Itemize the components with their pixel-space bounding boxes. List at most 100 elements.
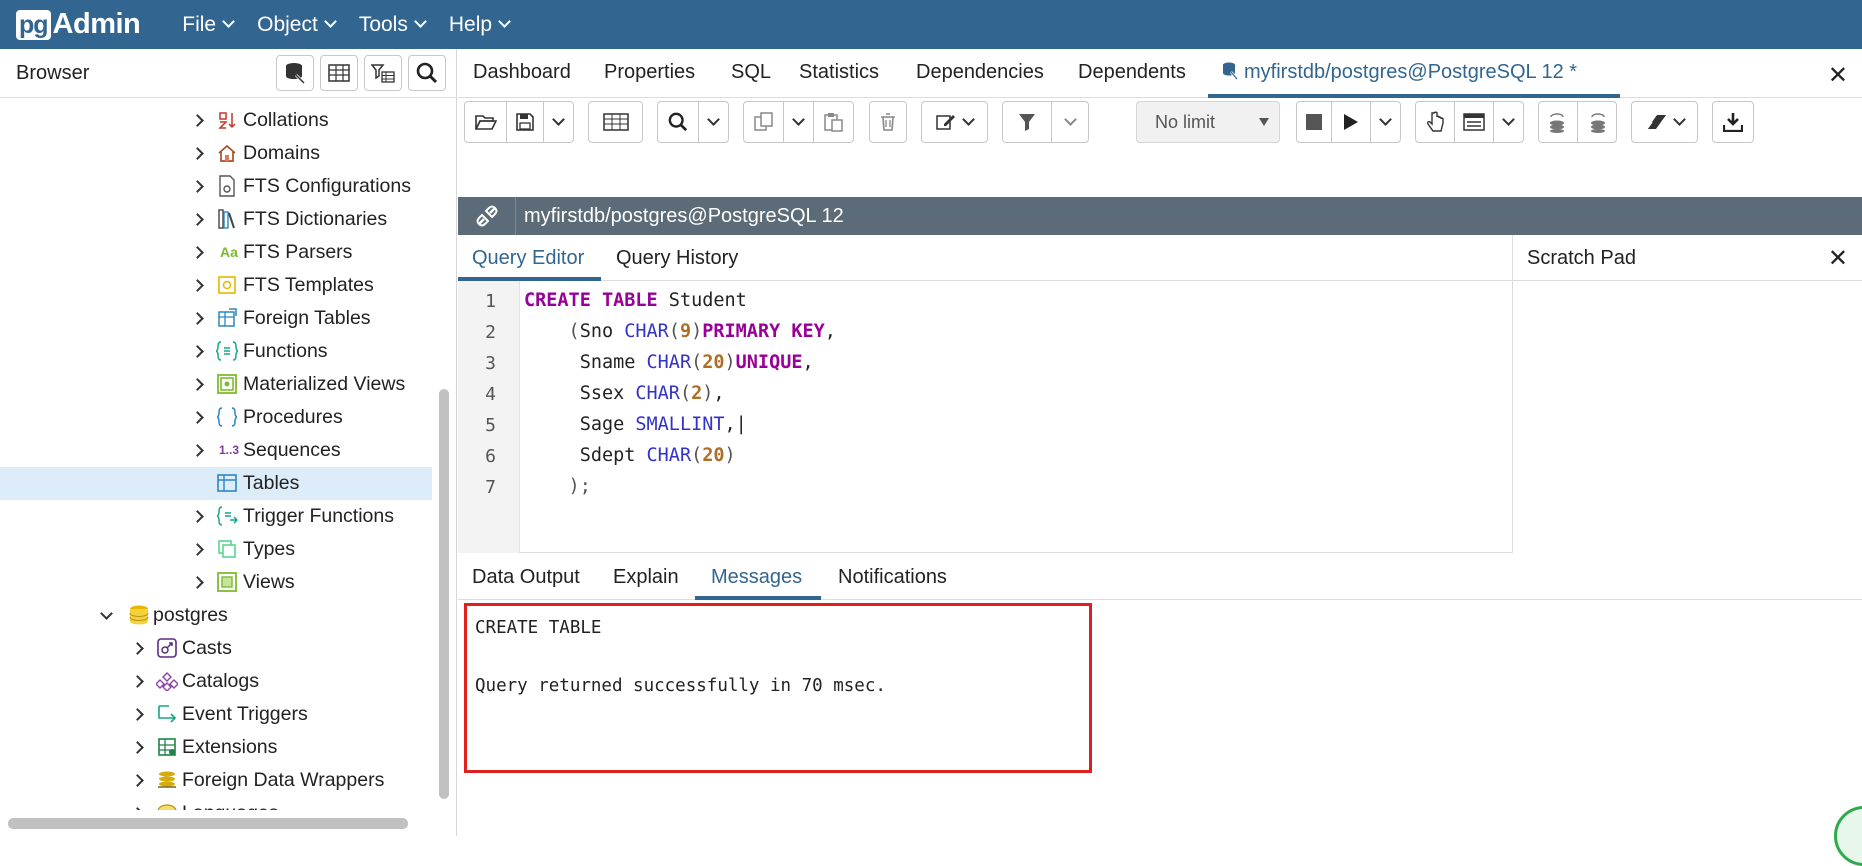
tab-dependents[interactable]: Dependents (1078, 61, 1186, 84)
chevron-right-icon[interactable] (131, 741, 144, 754)
tree-item-foreign-tables[interactable]: Foreign Tables (0, 302, 432, 335)
chevron-right-icon[interactable] (191, 246, 204, 259)
save-file-button[interactable] (506, 101, 544, 143)
chevron-right-icon[interactable] (191, 411, 204, 424)
menu-tools[interactable]: Tools (347, 0, 437, 49)
chevron-right-icon[interactable] (191, 114, 204, 127)
copy-button[interactable] (743, 101, 784, 143)
explain-analyze-button[interactable] (1454, 101, 1494, 143)
tab-sql[interactable]: SQL (731, 61, 771, 84)
tree-item-types[interactable]: Types (0, 533, 432, 566)
tree-item-fts-templates[interactable]: FTS Templates (0, 269, 432, 302)
chevron-right-icon[interactable] (191, 378, 204, 391)
tree-item-languages[interactable]: Languages (0, 797, 432, 810)
tree-item-materialized-views[interactable]: Materialized Views (0, 368, 432, 401)
tab-statistics[interactable]: Statistics (799, 61, 879, 84)
download-csv-button[interactable] (1712, 101, 1754, 143)
tab-properties[interactable]: Properties (604, 61, 695, 84)
folder-open-icon (474, 115, 497, 130)
cancel-query-button[interactable] (1296, 101, 1332, 143)
tree-item-foreign-data-wrappers[interactable]: Foreign Data Wrappers (0, 764, 432, 797)
chevron-right-icon[interactable] (131, 774, 144, 787)
execute-button[interactable] (1331, 101, 1371, 143)
tree-item-postgres[interactable]: postgres (0, 599, 432, 632)
filter-dropdown-button[interactable] (1051, 101, 1089, 143)
tab-data-output[interactable]: Data Output (472, 566, 580, 589)
tree-item-trigger-functions[interactable]: Trigger Functions (0, 500, 432, 533)
chevron-right-icon[interactable] (191, 576, 204, 589)
save-dropdown-button[interactable] (543, 101, 574, 143)
pgadmin-logo[interactable]: pg Admin (16, 0, 141, 49)
chevron-right-icon[interactable] (191, 510, 204, 523)
paste-button[interactable] (813, 101, 854, 143)
chevron-right-icon[interactable] (131, 642, 144, 655)
tree-item-fts-parsers[interactable]: Aa FTS Parsers (0, 236, 432, 269)
tab-messages[interactable]: Messages (711, 566, 802, 589)
tab-dependencies[interactable]: Dependencies (916, 61, 1044, 84)
row-limit-select[interactable]: No limit (1136, 101, 1280, 143)
sql-editor[interactable]: 1234567 CREATE TABLE Student (Sno CHAR(9… (458, 281, 1512, 553)
rollback-button[interactable] (1577, 101, 1617, 143)
tree-horizontal-scroll-thumb[interactable] (8, 818, 408, 829)
tree-item-sequences[interactable]: 1..3 Sequences (0, 434, 432, 467)
filtered-rows-button[interactable] (364, 55, 402, 91)
tree-item-extensions[interactable]: Extensions (0, 731, 432, 764)
find-button[interactable] (657, 101, 699, 143)
edit-data-button[interactable] (588, 101, 643, 143)
find-dropdown-button[interactable] (698, 101, 729, 143)
tab-query-tool[interactable]: myfirstdb/postgres@PostgreSQL 12 * (1222, 61, 1577, 84)
code-token: CHAR (646, 352, 692, 373)
chevron-right-icon[interactable] (191, 213, 204, 226)
explain-button[interactable] (1415, 101, 1455, 143)
tree-vertical-scroll-thumb[interactable] (439, 389, 449, 799)
chevron-right-icon[interactable] (191, 345, 204, 358)
explain-dropdown-button[interactable] (1493, 101, 1524, 143)
search-objects-button[interactable] (408, 55, 446, 91)
tree-item-functions[interactable]: Functions (0, 335, 432, 368)
chevron-down-icon[interactable] (100, 607, 113, 620)
close-icon[interactable]: ✕ (1828, 244, 1848, 273)
object-tree[interactable]: Collations Domains FTS Configurations FTS D… (0, 98, 434, 810)
edit-dropdown-button[interactable] (921, 101, 988, 143)
view-data-button[interactable] (320, 55, 358, 91)
tree-item-procedures[interactable]: Procedures (0, 401, 432, 434)
delete-button[interactable] (869, 101, 907, 143)
tab-notifications[interactable]: Notifications (838, 566, 947, 589)
commit-button[interactable] (1538, 101, 1578, 143)
scratch-pad-textarea[interactable] (1512, 281, 1862, 553)
chevron-right-icon[interactable] (191, 543, 204, 556)
copy-dropdown-button[interactable] (783, 101, 814, 143)
tab-dashboard[interactable]: Dashboard (473, 61, 571, 84)
chevron-right-icon[interactable] (131, 708, 144, 721)
chevron-right-icon[interactable] (131, 675, 144, 688)
filter-button[interactable] (1002, 101, 1052, 143)
tree-item-catalogs[interactable]: Catalogs (0, 665, 432, 698)
menu-object[interactable]: Object (245, 0, 347, 49)
chevron-right-icon[interactable] (191, 312, 204, 325)
query-tool-button[interactable] (276, 55, 314, 91)
tab-query-editor[interactable]: Query Editor (472, 247, 584, 270)
connection-status-button[interactable] (458, 197, 516, 235)
chevron-right-icon[interactable] (191, 444, 204, 457)
connection-label[interactable]: myfirstdb/postgres@PostgreSQL 12 (524, 205, 844, 228)
close-icon[interactable]: ✕ (1828, 61, 1848, 90)
clear-dropdown-button[interactable] (1631, 101, 1698, 143)
chevron-right-icon[interactable] (191, 147, 204, 160)
tree-item-tables[interactable]: Tables (0, 467, 432, 500)
tree-item-fts-dictionaries[interactable]: FTS Dictionaries (0, 203, 432, 236)
tab-query-history[interactable]: Query History (616, 247, 738, 270)
tree-item-fts-configurations[interactable]: FTS Configurations (0, 170, 432, 203)
chevron-right-icon[interactable] (191, 180, 204, 193)
chevron-right-icon[interactable] (131, 807, 144, 810)
chevron-right-icon[interactable] (191, 279, 204, 292)
open-file-button[interactable] (464, 101, 507, 143)
tree-item-views[interactable]: Views (0, 566, 432, 599)
execute-dropdown-button[interactable] (1370, 101, 1401, 143)
tree-item-domains[interactable]: Domains (0, 137, 432, 170)
menu-file[interactable]: File (170, 0, 245, 49)
tree-item-collations[interactable]: Collations (0, 104, 432, 137)
tree-item-event-triggers[interactable]: Event Triggers (0, 698, 432, 731)
menu-help[interactable]: Help (437, 0, 521, 49)
tab-explain[interactable]: Explain (613, 566, 679, 589)
tree-item-casts[interactable]: Casts (0, 632, 432, 665)
